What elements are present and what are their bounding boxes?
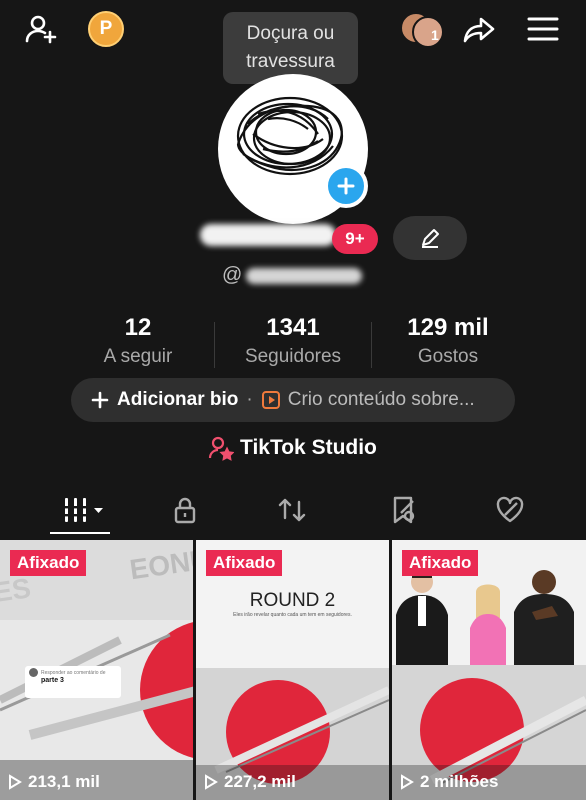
notification-badge[interactable]: 9+ (332, 224, 378, 254)
tab-liked[interactable] (487, 488, 533, 532)
repost-icon (278, 498, 306, 522)
video-tile[interactable]: ROUND 2 Eles irão revelar quanto cada um… (196, 540, 389, 800)
pinned-label: Afixado (206, 550, 283, 576)
comment-overlay: Responder ao comentário de parte 3 (25, 666, 121, 698)
tooltip-text: Doçura ou travessura (246, 23, 335, 72)
svg-text:ES: ES (0, 572, 33, 608)
saved-icon (393, 496, 415, 524)
pinned-label: Afixado (402, 550, 479, 576)
share-icon[interactable] (462, 12, 496, 46)
play-icon (9, 774, 22, 790)
avatar (412, 16, 444, 48)
coins-icon[interactable]: P (88, 11, 124, 47)
tab-private[interactable] (162, 488, 208, 532)
views-text: 213,1 mil (28, 772, 100, 791)
view-count: 213,1 mil (8, 772, 100, 792)
overlay-title: ROUND 2 (249, 590, 336, 611)
pinned-label: Afixado (10, 550, 87, 576)
grid-icon (63, 498, 103, 522)
stat-likes[interactable]: 129 mil Gostos (388, 314, 508, 368)
lock-icon (174, 497, 196, 524)
divider (214, 322, 215, 368)
stat-following[interactable]: 12 A seguir (88, 314, 188, 368)
add-bio-button[interactable]: Adicionar bio · Crio conteúdo sobre... (71, 378, 515, 422)
studio-icon (208, 436, 234, 461)
avatar (29, 668, 38, 677)
overlay-subtitle: Responder ao comentário de (41, 669, 106, 676)
friends-avatars[interactable]: 1 (400, 10, 444, 48)
view-count: 2 milhões (400, 772, 498, 792)
overlay-title: parte 3 (41, 677, 64, 684)
handle-prefix: @ (222, 264, 243, 286)
stat-label: A seguir (103, 346, 173, 367)
studio-label: TikTok Studio (240, 436, 377, 459)
video-tile[interactable]: Afixado 2 milhões (392, 540, 586, 800)
stat-label: Seguidores (244, 346, 342, 367)
tiktok-studio-link[interactable]: TikTok Studio (208, 435, 377, 461)
tab-videos[interactable] (56, 488, 112, 532)
stat-value: 12 (124, 314, 152, 341)
handle-redacted (246, 268, 362, 284)
coin-letter: P (99, 18, 113, 39)
add-friend-icon[interactable] (24, 12, 58, 46)
divider (371, 322, 372, 368)
video-icon (261, 391, 280, 409)
play-icon (205, 774, 218, 790)
username-redacted (200, 224, 336, 246)
tab-saved[interactable] (380, 488, 426, 532)
stat-value: 129 mil (407, 314, 489, 341)
menu-icon[interactable] (526, 12, 560, 46)
play-icon (401, 774, 414, 790)
add-bio-label: Adicionar bio (117, 389, 239, 410)
add-photo-button[interactable] (324, 164, 368, 208)
view-count: 227,2 mil (204, 772, 296, 792)
video-tile[interactable]: EONU ES Responder ao comentário de parte… (0, 540, 193, 800)
stat-value: 1341 (266, 314, 320, 341)
video-thumbnail (196, 540, 389, 800)
views-text: 2 milhões (420, 772, 499, 791)
badge-count: 9+ (345, 229, 365, 248)
liked-icon (496, 496, 524, 523)
stat-followers[interactable]: 1341 Seguidores (228, 314, 358, 368)
separator: · (246, 389, 253, 410)
pencil-icon (422, 229, 439, 248)
overlay-subtitle: Eles irão revelar quanto cada um tem em … (233, 612, 352, 618)
content-text: Crio conteúdo sobre... (287, 389, 475, 410)
edit-profile-button[interactable] (393, 216, 467, 260)
active-tab-indicator (50, 532, 110, 534)
plus-icon (91, 391, 109, 409)
friends-count: 1 (431, 27, 439, 43)
tab-reposts[interactable] (269, 488, 315, 532)
stat-label: Gostos (417, 346, 479, 367)
video-thumbnail (392, 540, 586, 800)
views-text: 227,2 mil (224, 772, 296, 791)
